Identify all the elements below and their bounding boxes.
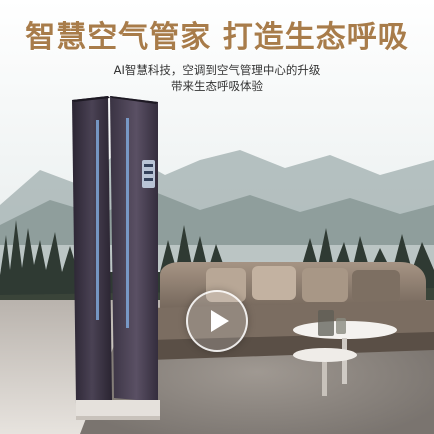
- play-icon: [211, 310, 229, 332]
- banner-subline-2: 带来生态呼吸体验: [171, 79, 263, 93]
- play-video-button[interactable]: [186, 290, 248, 352]
- banner-headline: 智慧空气管家 打造生态呼吸: [25, 20, 409, 55]
- product-banner: 智慧空气管家 打造生态呼吸 AI智慧科技，空调到空气管理中心的升级 带来生态呼吸…: [0, 0, 434, 434]
- banner-subline-1: AI智慧科技，空调到空气管理中心的升级: [113, 63, 321, 77]
